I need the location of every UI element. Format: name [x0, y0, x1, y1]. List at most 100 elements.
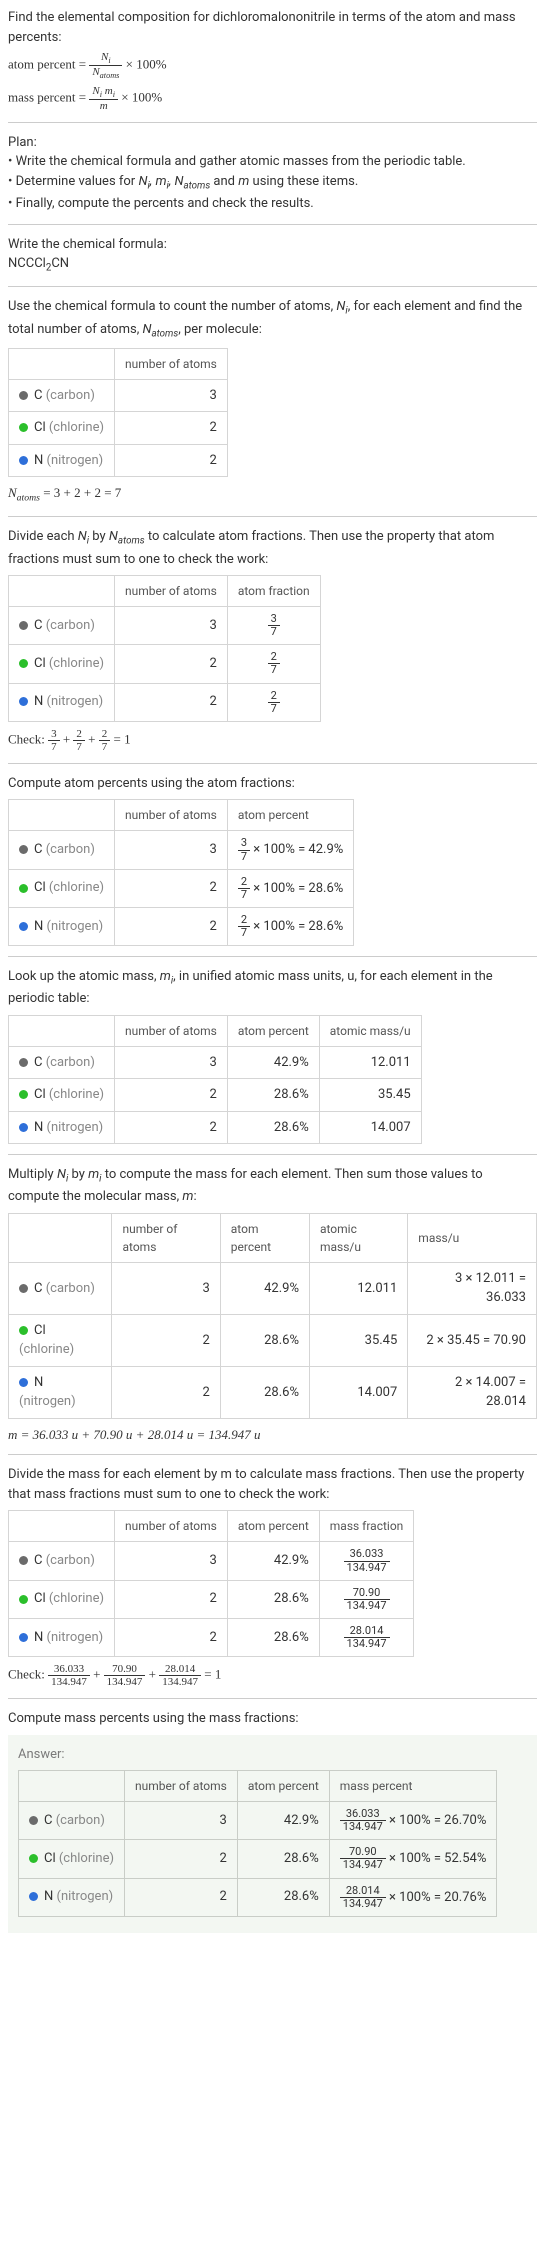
chemical-formula: NCCCl2CN	[8, 254, 537, 276]
table-row: N (nitrogen) 2 28.6% 14.007 2 × 14.007 =…	[9, 1366, 537, 1418]
pct-value: 42.9%	[227, 1046, 319, 1079]
el-sym: Cl	[34, 1323, 46, 1338]
f-d: 7	[238, 889, 250, 901]
el-sym: C	[34, 842, 42, 857]
check-label: Check:	[8, 731, 48, 746]
pct-value: 28.6%	[227, 1111, 319, 1144]
f-d: 134.947	[48, 1676, 90, 1688]
ml-a: Look up the atomic mass,	[8, 969, 160, 984]
f-d: 134.947	[340, 1898, 386, 1910]
table-header-row: number of atoms atom fraction	[9, 576, 321, 607]
carbon-dot-icon	[19, 391, 28, 400]
pct-value: 28.6%	[227, 1580, 319, 1618]
el-sym: Cl	[34, 420, 46, 435]
table-row: C (carbon) 3 42.9% 36.033134.947 × 100% …	[19, 1802, 497, 1840]
el-sym: N	[34, 1375, 43, 1390]
table-row: C (carbon) 3 42.9% 12.011	[9, 1046, 422, 1079]
table-row: C (carbon) 3 42.9% 36.033134.947	[9, 1542, 414, 1580]
frac-num: 2	[268, 690, 280, 703]
th-massu: mass/u	[408, 1213, 537, 1262]
divider	[8, 956, 537, 957]
table-row: Cl (chlorine) 2 28.6% 70.90134.947 × 100…	[19, 1840, 497, 1878]
el-sym: C	[34, 618, 42, 633]
pct-tail: × 100% = 28.6%	[250, 919, 343, 934]
f-d: 134.947	[344, 1562, 390, 1574]
el-name: (nitrogen)	[47, 694, 104, 709]
f-d: 7	[238, 851, 250, 863]
divider	[8, 1698, 537, 1699]
pct-value: 42.9%	[237, 1802, 329, 1840]
mp-num: Ni mi	[89, 85, 118, 100]
count-block: Use the chemical formula to count the nu…	[8, 297, 537, 506]
mass-calc-text: Multiply Ni by mi to compute the mass fo…	[8, 1165, 537, 1207]
mass-calc-block: Multiply Ni by mi to compute the mass fo…	[8, 1165, 537, 1444]
intro-text: Find the elemental composition for dichl…	[8, 8, 537, 47]
count-value: 3	[115, 379, 228, 412]
element-cell: Cl (chlorine)	[9, 1314, 112, 1366]
atomic-mass-table: number of atoms atom percent atomic mass…	[8, 1015, 422, 1145]
mp-tail: × 100%	[121, 89, 162, 104]
ap-fraction: Ni Natoms	[89, 51, 122, 81]
atom-percent-table: number of atoms atom percent C (carbon) …	[8, 799, 354, 946]
chlorine-dot-icon	[19, 1595, 28, 1604]
nitrogen-dot-icon	[19, 922, 28, 931]
amass-value: 35.45	[309, 1314, 407, 1366]
pct-value: 28.6%	[237, 1878, 329, 1916]
pct-tail: × 100% = 28.6%	[250, 881, 343, 896]
el-name: (nitrogen)	[47, 919, 104, 934]
frac-den: 7	[268, 664, 280, 676]
th-atompct: atom percent	[220, 1213, 309, 1262]
pct-cell: 37 × 100% = 42.9%	[227, 831, 353, 869]
frac-den: 7	[268, 703, 280, 715]
mc-mi: mi	[88, 1167, 101, 1182]
mass-lookup-text: Look up the atomic mass, mi, in unified …	[8, 967, 537, 1009]
element-cell: C (carbon)	[9, 1262, 112, 1314]
count-a: Use the chemical formula to count the nu…	[8, 299, 336, 314]
frac-cell: 27	[227, 683, 320, 721]
f-n: 28.014	[159, 1663, 201, 1676]
amass-value: 14.007	[309, 1366, 407, 1418]
element-cell: C (carbon)	[9, 607, 115, 645]
nitrogen-dot-icon	[19, 456, 28, 465]
mfrac-cell: 28.014134.947	[319, 1618, 414, 1656]
atom-percent-block: Compute atom percents using the atom fra…	[8, 774, 537, 946]
element-cell: Cl (chlorine)	[9, 645, 115, 683]
divider	[8, 1454, 537, 1455]
el-name: (carbon)	[46, 388, 95, 403]
el-name: (carbon)	[56, 1813, 105, 1828]
nitrogen-dot-icon	[19, 697, 28, 706]
chlorine-dot-icon	[19, 659, 28, 668]
plan-b2-and: and	[210, 174, 238, 189]
el-name: (carbon)	[46, 618, 95, 633]
pct-value: 28.6%	[220, 1314, 309, 1366]
plan-b2a: • Determine values for	[8, 174, 138, 189]
chlorine-dot-icon	[19, 884, 28, 893]
table-row: N (nitrogen) 2 28.6% 28.014134.947	[9, 1618, 414, 1656]
table-row: C (carbon) 3	[9, 379, 228, 412]
element-cell: C (carbon)	[9, 831, 115, 869]
count-ni: Ni	[336, 299, 347, 314]
massu-value: 2 × 35.45 = 70.90	[408, 1314, 537, 1366]
massu-value: 3 × 12.011 = 36.033	[408, 1262, 537, 1314]
answer-table: number of atoms atom percent mass percen…	[18, 1770, 497, 1917]
th-natoms: number of atoms	[115, 1511, 228, 1542]
plan-b2-vars: Ni, mi, Natoms	[138, 174, 210, 189]
table-header-row: number of atoms atom percent atomic mass…	[9, 1015, 422, 1046]
count-value: 2	[112, 1314, 220, 1366]
mpct-tail: × 100% = 20.76%	[386, 1890, 487, 1905]
ap-label: atom percent =	[8, 57, 89, 72]
el-name: (nitrogen)	[57, 1889, 114, 1904]
th-natoms: number of atoms	[112, 1213, 220, 1262]
mc-a: Multiply	[8, 1167, 57, 1182]
table-header-row: number of atoms atom percent atomic mass…	[9, 1213, 537, 1262]
element-cell: N (nitrogen)	[9, 1366, 112, 1418]
f-d: 7	[238, 927, 250, 939]
th-empty	[19, 1771, 125, 1802]
th-masspct: mass percent	[329, 1771, 497, 1802]
el-name: (chlorine)	[49, 1591, 104, 1606]
f-d: 134.947	[344, 1600, 390, 1612]
table-row: Cl (chlorine) 2 28.6% 35.45	[9, 1079, 422, 1112]
f-n: 70.90	[344, 1587, 390, 1600]
frac-den: 7	[268, 626, 280, 638]
th-atompct: atom percent	[237, 1771, 329, 1802]
